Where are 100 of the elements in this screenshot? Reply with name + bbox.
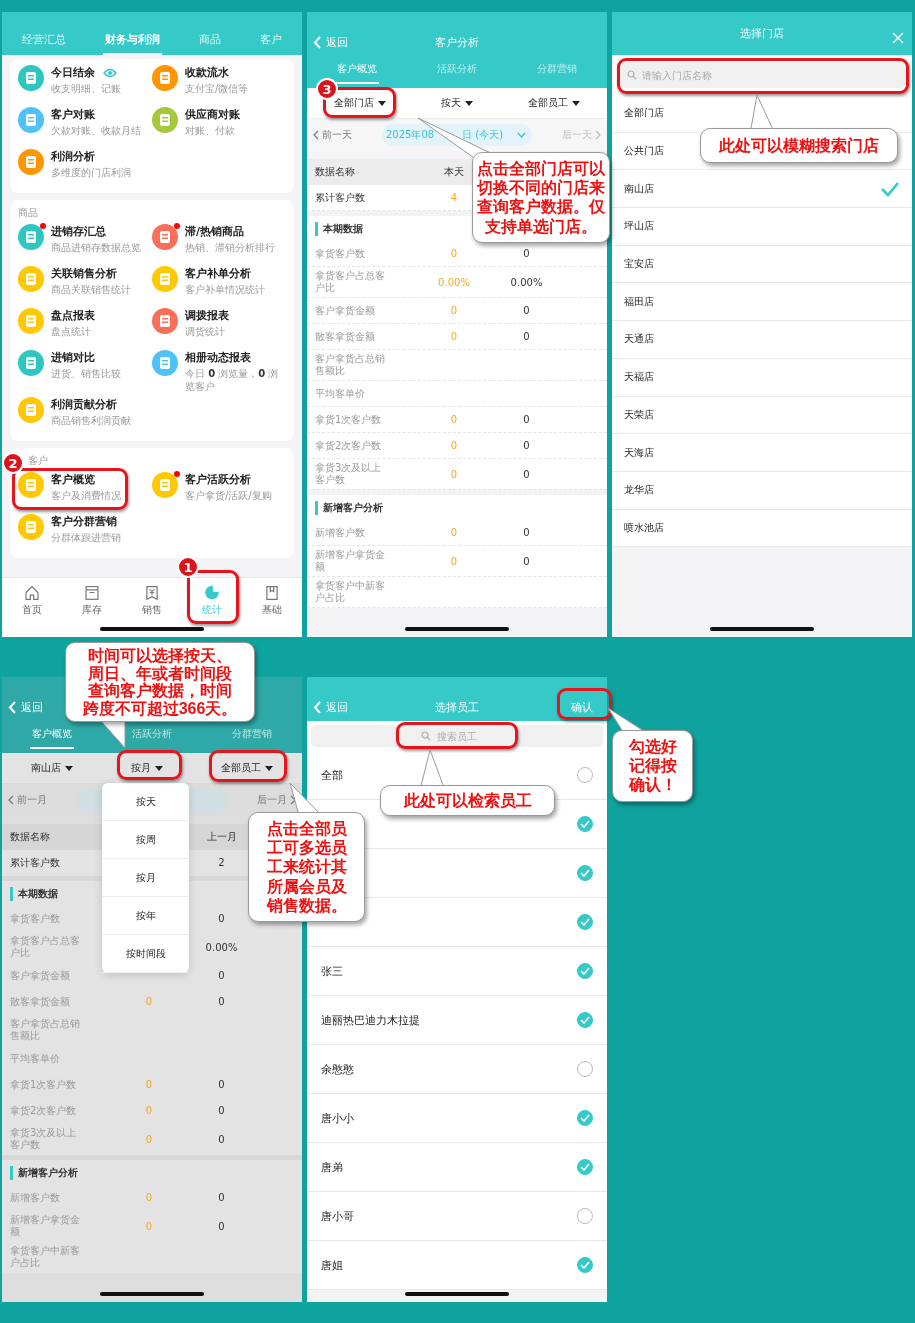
filter-dropdown[interactable]: 按天 <box>438 94 476 112</box>
row-label: 新增客户数 <box>10 1190 61 1205</box>
nav-tab[interactable]: 销售 <box>134 584 170 617</box>
table-cell: 0.00% <box>438 276 470 288</box>
store-option[interactable]: 天海店 <box>612 434 912 472</box>
screen-title: 选择员工 <box>435 699 479 715</box>
item-title[interactable]: 收款流水 <box>185 65 229 80</box>
nav-tab[interactable]: 库存 <box>74 584 110 617</box>
store-option[interactable]: 坪山店 <box>612 208 912 246</box>
item-description: 分群体跟进营销 <box>51 531 121 544</box>
row-label: 新增客户拿货金额 <box>315 548 386 574</box>
row-label: 拿货客户中新客户占比 <box>10 1244 81 1270</box>
item-title[interactable]: 相册动态报表 <box>185 350 251 365</box>
row-label: 拿货2次客户数 <box>315 438 383 453</box>
table-cell: 0 <box>523 527 530 538</box>
column-header: 数据名称 <box>10 830 50 844</box>
staff-name: 全部 <box>321 767 343 783</box>
item-title[interactable]: 客户分群营销 <box>51 514 117 529</box>
column-header: 上一月 <box>206 830 237 844</box>
menu-option[interactable]: 按时间段 <box>102 935 189 973</box>
staff-name: 唐弟 <box>321 1159 343 1175</box>
table-cell: 0 <box>218 1133 225 1145</box>
item-title[interactable]: 盘点报表 <box>51 308 95 323</box>
table-cell: 2 <box>218 857 225 868</box>
item-title[interactable]: 进销存汇总 <box>51 224 106 239</box>
table-cell: 0 <box>218 1105 225 1116</box>
row-label: 拿货客户占总客户比 <box>10 934 81 960</box>
store-option[interactable]: 龙华店 <box>612 471 912 510</box>
table-cell: 0 <box>523 414 530 425</box>
item-description: 调货统计 <box>185 325 226 338</box>
item-title[interactable]: 利润分析 <box>51 149 95 164</box>
store-option[interactable]: 天荣店 <box>612 396 912 435</box>
table-cell: 0 <box>145 1133 153 1145</box>
item-title[interactable]: 客户补单分析 <box>185 266 251 281</box>
item-title[interactable]: 关联销售分析 <box>51 266 117 281</box>
item-title[interactable]: 利润贡献分析 <box>51 397 117 412</box>
row-label: 新增客户拿货金额 <box>10 1213 81 1239</box>
table-cell: 0 <box>523 468 530 480</box>
filter-dropdown[interactable]: 按月 <box>128 759 166 777</box>
item-title[interactable]: 滞/热销商品 <box>185 224 245 239</box>
item-title[interactable]: 客户概览 <box>51 472 95 487</box>
item-title[interactable]: 供应商对账 <box>185 107 240 122</box>
row-label: 累计客户数 <box>315 190 366 205</box>
row-label: 平均客单价 <box>10 1051 61 1066</box>
menu-option[interactable]: 按周 <box>102 821 189 859</box>
store-option[interactable]: 天福店 <box>612 358 912 397</box>
item-description: 商品关联销售统计 <box>51 283 131 296</box>
filter-dropdown[interactable]: 全部员工 <box>524 94 583 112</box>
staff-name: 迪丽热巴迪力木拉提 <box>321 1012 420 1028</box>
menu-option[interactable]: 按年 <box>102 897 189 935</box>
item-description: 进货、销售比较 <box>51 367 121 380</box>
section-title: 本期数据 <box>10 886 58 901</box>
row-label: 平均客单价 <box>315 386 366 401</box>
store-option[interactable]: 宝安店 <box>612 245 912 284</box>
section-title: 新增客户分析 <box>315 500 383 515</box>
table-cell: 0 <box>145 1105 153 1116</box>
item-title[interactable]: 调拨报表 <box>185 308 229 323</box>
item-description: 今日 0 浏览量，0 浏览客户 <box>185 367 280 393</box>
search-field[interactable]: 请输入门店名称 <box>618 62 906 88</box>
table-cell: 0 <box>218 996 225 1007</box>
column-header: 本天 <box>444 165 464 179</box>
filter-dropdown[interactable]: 南山店 <box>28 759 76 777</box>
item-description: 客户及消费情况 <box>51 489 121 502</box>
item-description: 盘点统计 <box>51 325 92 338</box>
store-option[interactable]: 天通店 <box>612 321 912 359</box>
table-cell: 0.00% <box>205 941 238 953</box>
item-title[interactable]: 客户对账 <box>51 107 95 122</box>
row-label: 拿货客户数 <box>10 911 61 926</box>
item-description: 客户补单情况统计 <box>185 283 265 296</box>
filter-dropdown[interactable]: 全部员工 <box>218 759 276 777</box>
row-label: 拿货1次客户数 <box>10 1077 78 1092</box>
nav-tab[interactable]: 基础 <box>254 584 290 617</box>
section-title: 新增客户分析 <box>10 1165 78 1180</box>
table-cell: 0 <box>450 440 458 451</box>
store-option[interactable]: 福田店 <box>612 283 912 322</box>
item-description: 支付宝/微信等 <box>185 82 249 95</box>
menu-option[interactable]: 按月 <box>102 859 189 897</box>
item-description: 商品销售利润贡献 <box>51 414 131 427</box>
table-cell: 0 <box>523 331 530 342</box>
previous-link[interactable]: 前一天 <box>313 128 352 142</box>
row-label: 客户拿货金额 <box>315 303 376 318</box>
staff-name: 余憨憨 <box>321 1061 354 1077</box>
store-option[interactable]: 喷水池店 <box>612 509 912 548</box>
search-field[interactable]: 搜索员工 <box>311 725 603 747</box>
table-cell: 0 <box>450 331 458 342</box>
item-title[interactable]: 进销对比 <box>51 350 95 365</box>
menu-option[interactable]: 按天 <box>102 783 189 821</box>
table-cell: 0 <box>450 305 458 316</box>
table-cell: 0 <box>523 555 530 567</box>
table-cell: 0 <box>218 913 225 924</box>
row-label: 拿货客户占总客户比 <box>315 269 386 295</box>
item-title[interactable]: 客户活跃分析 <box>185 472 251 487</box>
item-title[interactable]: 今日结余 <box>51 65 95 80</box>
row-label: 新增客户数 <box>315 525 366 540</box>
store-option[interactable]: 南山店 <box>612 170 912 209</box>
nav-tab[interactable]: 首页 <box>14 584 50 617</box>
table-cell: 0 <box>145 1220 153 1232</box>
row-label: 累计客户数 <box>10 855 61 870</box>
row-label: 拿货客户数 <box>315 246 366 261</box>
staff-name: 唐小小 <box>321 1110 354 1126</box>
